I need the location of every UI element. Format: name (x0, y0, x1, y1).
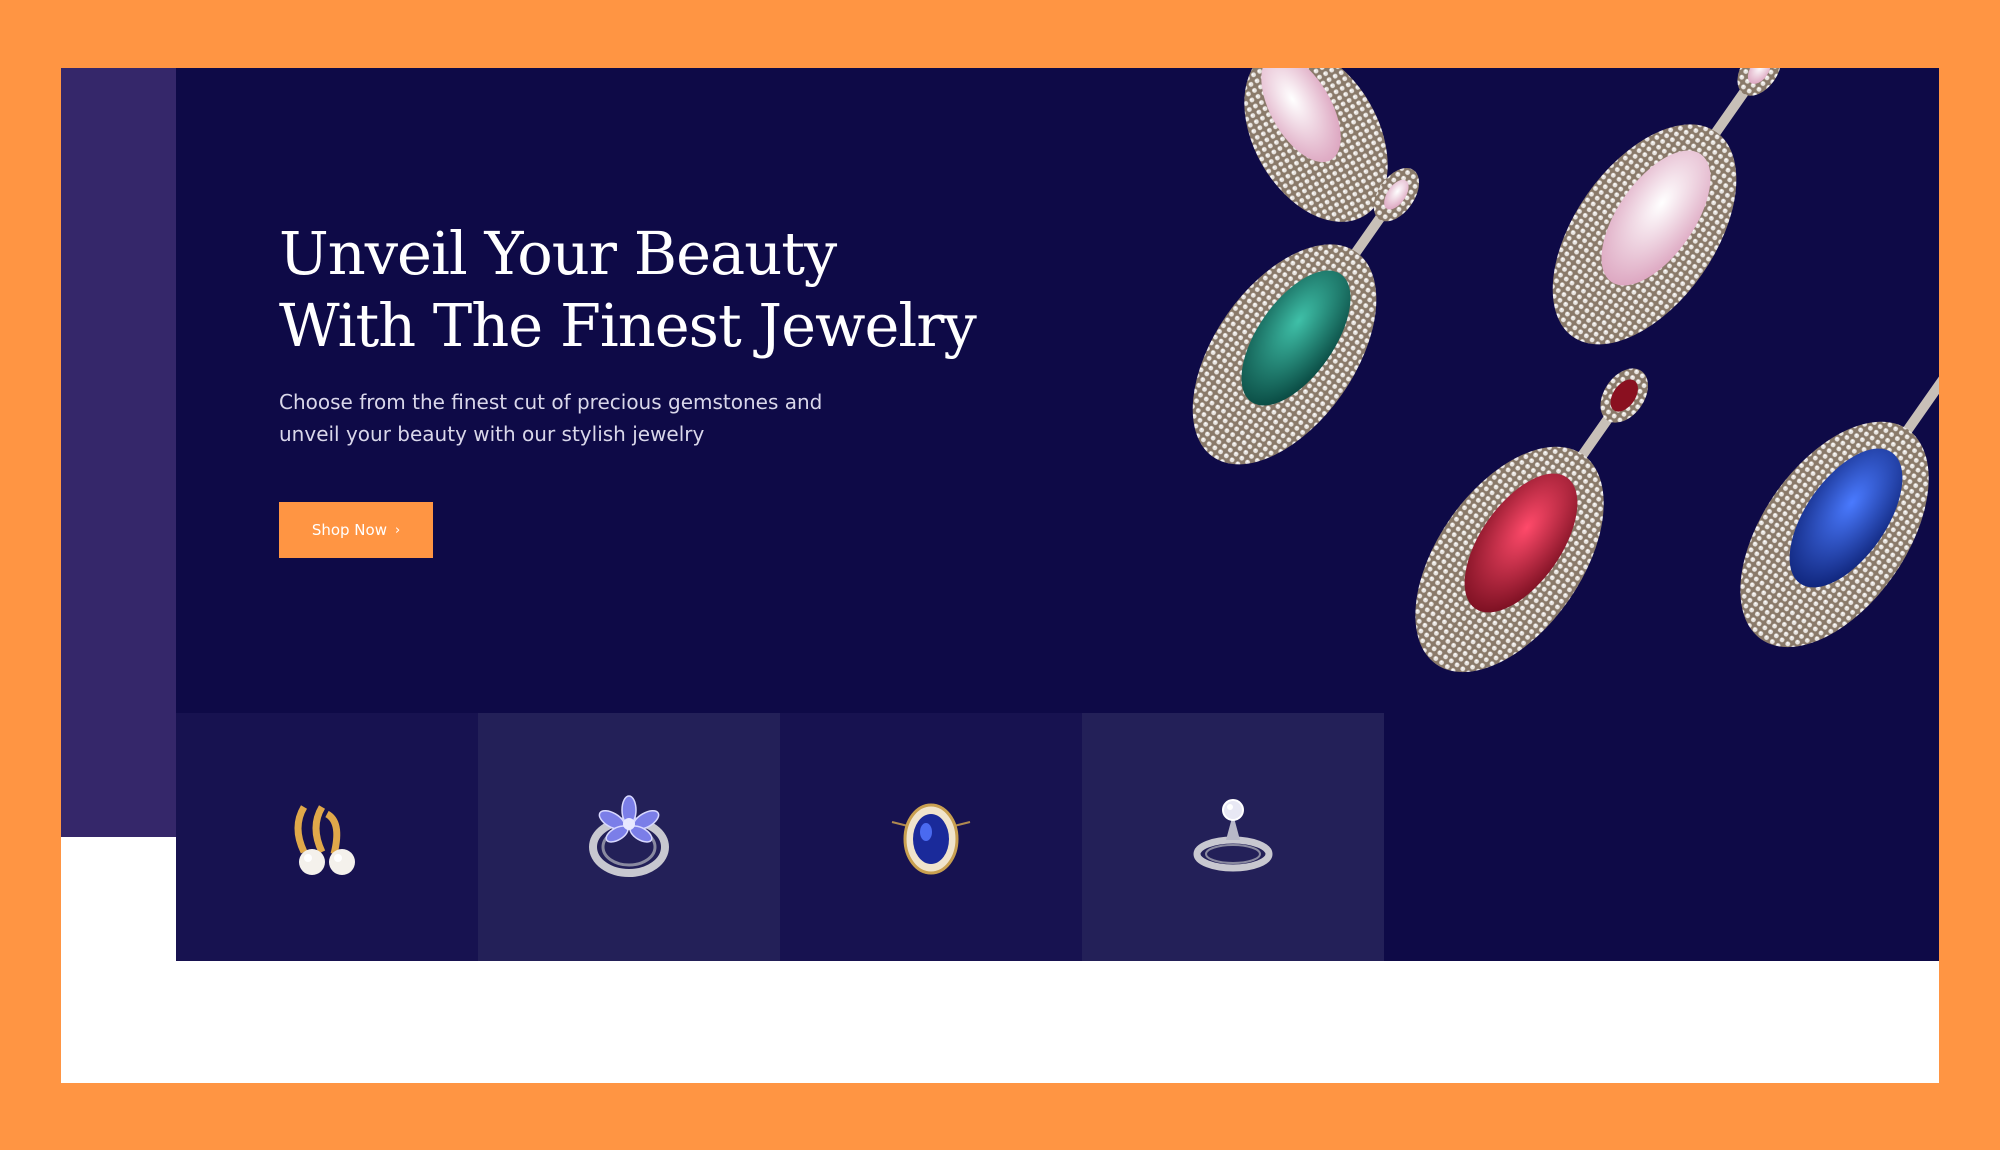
solitaire-ring-icon (1193, 799, 1273, 872)
category-tiles (176, 713, 1384, 961)
page-frame: Unveil Your Beauty With The Finest Jewel… (61, 68, 1939, 1083)
category-tile-pendants[interactable] (780, 713, 1082, 961)
left-accent-strip (61, 68, 176, 837)
sapphire-pendant-icon (891, 803, 971, 875)
earring-red (1415, 368, 1649, 673)
earring-blue (1740, 375, 1939, 648)
category-tile-earrings[interactable] (176, 713, 478, 961)
flower-ring-icon (589, 795, 669, 877)
shop-now-label: Shop Now (311, 521, 387, 539)
earring-pink (1552, 68, 1782, 345)
category-tile-engagement[interactable] (1082, 713, 1384, 961)
hero-title: Unveil Your Beauty With The Finest Jewel… (279, 219, 977, 360)
chevron-right-icon: › (394, 522, 401, 538)
hero-subtitle: Choose from the finest cut of precious g… (279, 390, 823, 446)
category-tile-rings[interactable] (478, 713, 780, 961)
hero-section: Unveil Your Beauty With The Finest Jewel… (176, 68, 1939, 961)
pearl-earrings-icon (294, 805, 355, 875)
shop-now-button[interactable]: Shop Now › (279, 502, 433, 558)
earrings-hero-image (1192, 68, 1939, 673)
